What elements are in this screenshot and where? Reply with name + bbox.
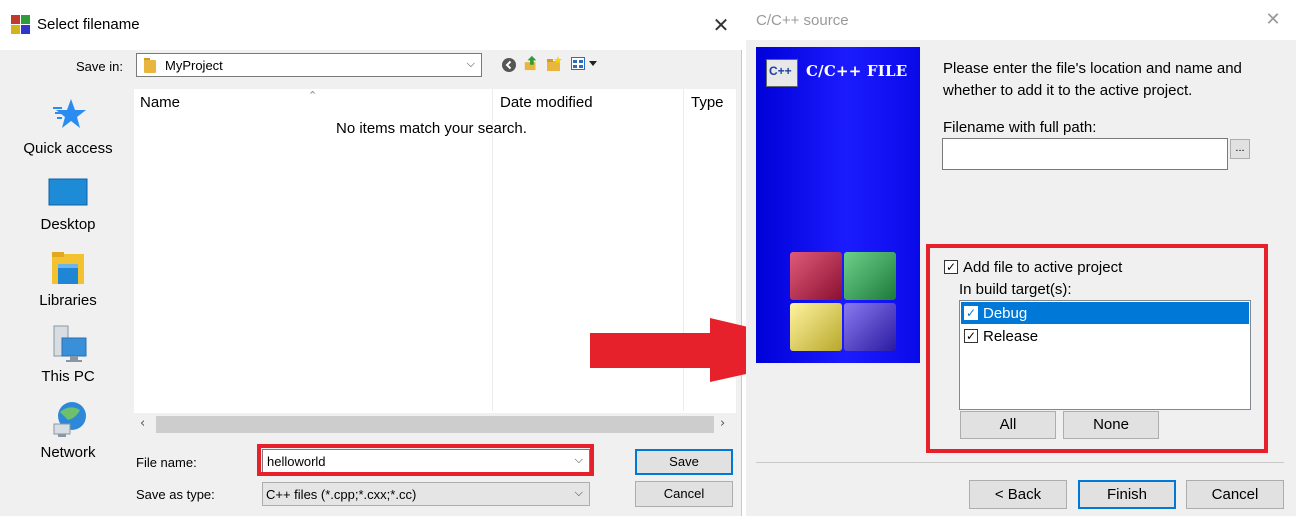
scroll-right-icon[interactable]: › (720, 416, 725, 431)
star-icon (53, 99, 86, 128)
close-icon[interactable]: ✕ (1258, 5, 1288, 35)
save-in-dropdown[interactable]: MyProject ⌵ (136, 53, 482, 77)
column-header-type[interactable]: Type (691, 94, 724, 111)
horizontal-scrollbar[interactable]: ‹ › (134, 413, 736, 436)
view-menu-icon[interactable] (571, 57, 599, 71)
column-header-name[interactable]: Name (140, 94, 180, 111)
folder-icon (144, 58, 156, 73)
wizard-title: C/C++ source (756, 12, 849, 29)
place-label: Network (40, 444, 96, 461)
save-in-label: Save in: (76, 59, 123, 74)
place-network[interactable]: Network (6, 400, 130, 462)
column-header-date-modified[interactable]: Date modified (500, 94, 593, 111)
filename-input[interactable] (942, 138, 1228, 170)
empty-message: No items match your search. (336, 120, 527, 137)
up-folder-icon[interactable] (523, 55, 539, 71)
browse-button[interactable]: ... (1230, 139, 1250, 159)
place-this-pc[interactable]: This PC (6, 324, 130, 386)
cpp-source-wizard: C/C++ source ✕ C++ C/C++ FILE Please ent… (746, 0, 1296, 516)
select-filename-dialog: Select filename ✕ Save in: MyProject ⌵ Q… (0, 0, 742, 516)
highlight-box (257, 444, 594, 476)
column-divider (492, 89, 493, 411)
wizard-title-bar: C/C++ source ✕ (746, 0, 1296, 40)
place-label: This PC (41, 368, 95, 385)
network-globe-icon (53, 402, 86, 437)
computer-icon (53, 325, 87, 362)
cancel-button[interactable]: Cancel (1186, 480, 1284, 509)
save-as-type-dropdown[interactable]: C++ files (*.cpp;*.cxx;*.cc) ⌵ (262, 482, 590, 506)
finish-button[interactable]: Finish (1078, 480, 1176, 509)
title-bar: Select filename ✕ (0, 0, 742, 50)
place-desktop[interactable]: Desktop (6, 176, 130, 236)
sort-ascending-icon: ⌃ (308, 89, 318, 102)
highlight-box (926, 244, 1268, 453)
place-quick-access[interactable]: Quick access (6, 96, 130, 162)
intro-text: Please enter the file's location and nam… (943, 60, 1242, 99)
back-icon[interactable] (501, 57, 517, 73)
save-as-type-label: Save as type: (136, 487, 215, 502)
cancel-button[interactable]: Cancel (635, 481, 733, 507)
close-icon[interactable]: ✕ (706, 10, 736, 40)
divider (756, 462, 1284, 463)
filename-label: Filename with full path: (943, 119, 1097, 136)
dialog-title: Select filename (37, 16, 140, 33)
scroll-left-icon[interactable]: ‹ (140, 416, 145, 431)
place-label: Libraries (39, 292, 97, 309)
save-button[interactable]: Save (635, 449, 733, 475)
chevron-down-icon: ⌵ (574, 486, 583, 499)
place-label: Quick access (23, 140, 113, 157)
chevron-down-icon: ⌵ (466, 57, 475, 70)
wizard-banner: C++ C/C++ FILE (756, 47, 920, 363)
back-button[interactable]: < Back (969, 480, 1067, 509)
save-as-type-value: C++ files (*.cpp;*.cxx;*.cc) (266, 487, 417, 502)
app-icon (11, 15, 31, 35)
banner-text: C/C++ FILE (806, 62, 908, 80)
place-libraries[interactable]: Libraries (6, 250, 130, 312)
save-in-value: MyProject (165, 58, 223, 73)
libraries-icon (52, 252, 84, 284)
place-label: Desktop (40, 216, 96, 233)
desktop-icon (48, 178, 88, 206)
cpp-badge-icon: C++ (766, 59, 798, 87)
file-name-label: File name: (136, 455, 197, 470)
new-folder-icon[interactable] (546, 56, 562, 72)
scrollbar-thumb[interactable] (156, 416, 714, 433)
